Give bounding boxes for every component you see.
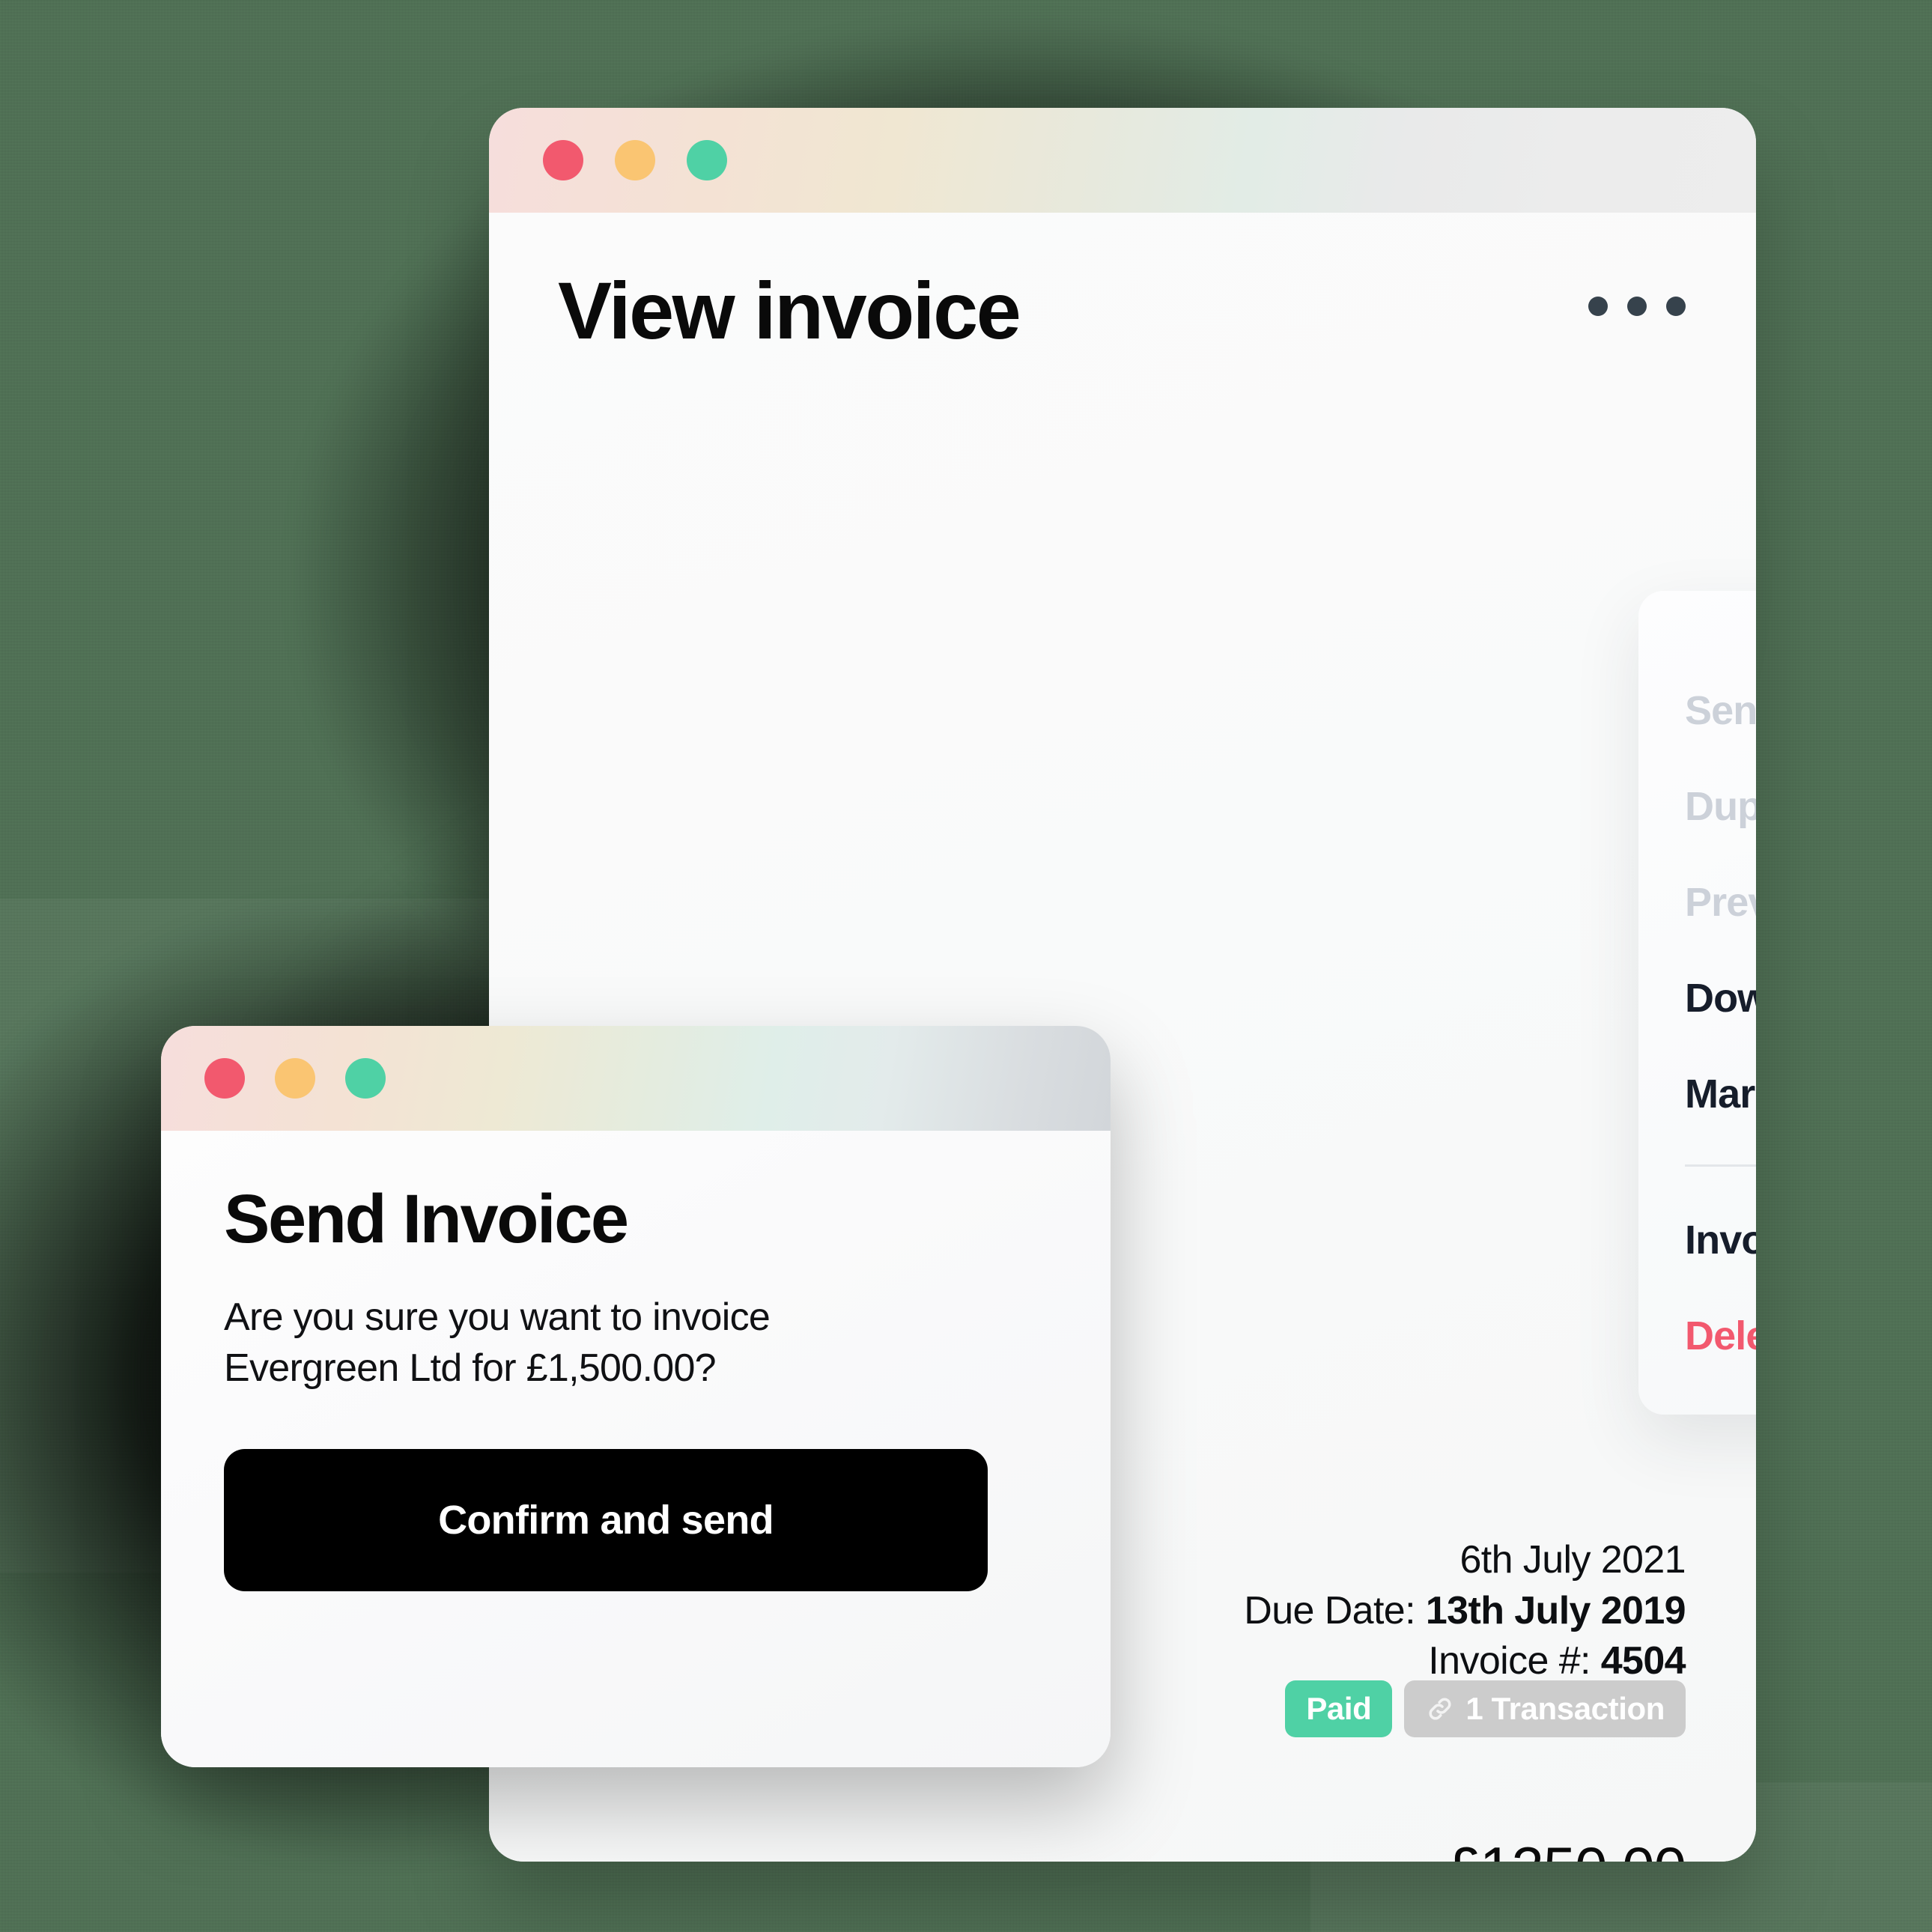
menu-item-mark-as-sent[interactable]: Mark as Sent [1638, 1046, 1756, 1142]
invoice-number-value: 4504 [1600, 1639, 1686, 1683]
actions-dropdown-menu: Send via Email Duplicate Invoice Preview… [1638, 591, 1756, 1415]
minimize-dot[interactable] [615, 140, 655, 180]
modal-titlebar [161, 1026, 1111, 1131]
menu-item-delete-draft[interactable]: Delete Draft [1638, 1288, 1756, 1384]
due-date-label: Due Date: [1244, 1588, 1415, 1632]
menu-item-invoice-settings[interactable]: Invoice Settings [1638, 1192, 1756, 1288]
send-invoice-modal: Send Invoice Are you sure you want to in… [161, 1026, 1111, 1767]
badge-row: Paid 1 Transaction [1285, 1680, 1686, 1737]
invoice-number-label: Invoice #: [1428, 1639, 1591, 1683]
modal-title: Send Invoice [224, 1181, 629, 1257]
transactions-badge-label: 1 Transaction [1465, 1691, 1665, 1726]
close-dot[interactable] [204, 1058, 245, 1099]
app-background: View invoice Evergreen Ltd 2 Eastbourne … [0, 0, 1932, 1932]
menu-item-send-via-email: Send via Email [1685, 688, 1756, 733]
invoice-issue-date: 6th July 2021 [1459, 1538, 1686, 1582]
maximize-dot[interactable] [687, 140, 727, 180]
invoice-totals: £1250.00 +£250.80 VAT [1448, 1837, 1686, 1862]
menu-item-download-pdf[interactable]: Download PDF [1638, 950, 1756, 1046]
total-amount: £1250.00 [1448, 1837, 1686, 1862]
main-window-titlebar [489, 108, 1756, 213]
menu-item-duplicate-invoice: Duplicate Invoice [1685, 784, 1756, 829]
modal-body: Send Invoice Are you sure you want to in… [161, 1131, 1111, 1767]
kebab-dot [1666, 297, 1686, 316]
kebab-dot [1627, 297, 1647, 316]
invoice-number: Invoice #: 4504 [1244, 1636, 1686, 1687]
page-title: View invoice [558, 265, 1021, 356]
menu-divider [1685, 1164, 1756, 1167]
minimize-dot[interactable] [275, 1058, 315, 1099]
menu-item-preview-invoice: Preview Invoice [1685, 880, 1756, 925]
confirm-and-send-button[interactable]: Confirm and send [224, 1449, 988, 1592]
more-options-icon[interactable] [1588, 297, 1686, 316]
kebab-dot [1588, 297, 1608, 316]
modal-message: Are you sure you want to invoice Evergre… [224, 1295, 771, 1390]
due-date-value: 13th July 2019 [1425, 1588, 1686, 1632]
maximize-dot[interactable] [345, 1058, 386, 1099]
link-icon [1429, 1698, 1451, 1720]
invoice-due-date: Due Date: 13th July 2019 [1244, 1586, 1686, 1637]
status-badge: Paid [1285, 1680, 1393, 1737]
transactions-badge[interactable]: 1 Transaction [1404, 1680, 1686, 1737]
close-dot[interactable] [543, 140, 583, 180]
invoice-meta: 6th July 2021 Due Date: 13th July 2019 I… [1244, 1535, 1686, 1687]
status-badge-label: Paid [1306, 1691, 1372, 1726]
